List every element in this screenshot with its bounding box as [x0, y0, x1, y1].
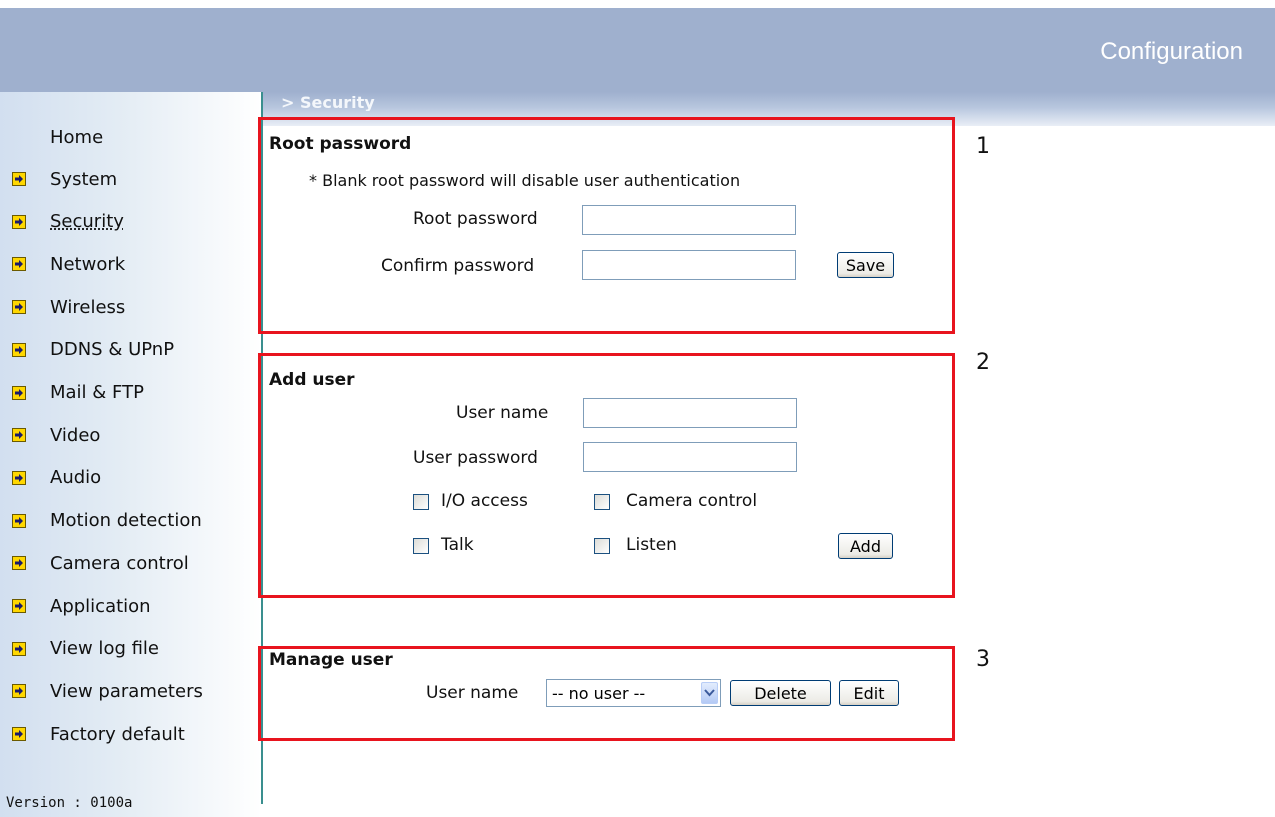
arrow-right-icon [12, 470, 26, 485]
root-password-title: Root password [269, 134, 412, 154]
edit-button[interactable]: Edit [839, 680, 899, 706]
root-password-note: * Blank root password will disable user … [309, 171, 741, 190]
talk-checkbox[interactable] [413, 538, 429, 554]
sidebar-item-factory-default[interactable]: Factory default [12, 722, 185, 746]
sidebar-item-security[interactable]: Security [12, 210, 124, 234]
annotation-marker-3: 3 [976, 647, 990, 672]
sidebar-item-audio[interactable]: Audio [12, 466, 101, 490]
sidebar-item-home[interactable]: Home [50, 127, 103, 148]
arrow-right-icon [12, 342, 26, 357]
chevron-down-icon[interactable] [701, 682, 718, 704]
sidebar-item-network[interactable]: Network [12, 252, 125, 276]
header-bar: Configuration [0, 8, 1275, 92]
sidebar-item-label: Security [50, 211, 124, 233]
arrow-right-icon [12, 385, 26, 400]
sidebar-item-label: View log file [50, 638, 160, 660]
root-password-field[interactable] [582, 205, 796, 235]
arrow-right-icon [12, 556, 26, 571]
sidebar-item-application[interactable]: Application [12, 594, 151, 618]
save-button[interactable]: Save [837, 252, 894, 278]
arrow-right-icon [12, 257, 26, 272]
confirm-password-label: Confirm password [381, 256, 535, 276]
arrow-right-icon [12, 641, 26, 656]
arrow-right-icon [12, 172, 26, 186]
user-select-value: -- no user -- [552, 683, 646, 703]
user-select[interactable]: -- no user -- [546, 679, 721, 707]
sidebar-item-label: Application [50, 595, 151, 617]
arrow-right-icon [12, 300, 26, 315]
annotation-marker-1: 1 [976, 134, 990, 159]
sidebar-item-camera-control[interactable]: Camera control [12, 551, 189, 575]
sidebar-item-view-log-file[interactable]: View log file [12, 637, 159, 661]
sidebar-item-label: Motion detection [50, 510, 202, 532]
sidebar-item-label: DDNS & UPnP [50, 339, 175, 361]
version-text: Version : 0100a [6, 795, 133, 811]
add-button[interactable]: Add [838, 533, 893, 559]
talk-label: Talk [441, 535, 474, 555]
sidebar-item-motion-detection[interactable]: Motion detection [12, 509, 202, 533]
io-access-label: I/O access [441, 491, 528, 511]
sidebar-item-label: Mail & FTP [50, 382, 144, 403]
sidebar-item-video[interactable]: Video [12, 423, 100, 447]
sidebar-item-label: Audio [50, 467, 102, 489]
sidebar-item-label: System [50, 168, 118, 190]
listen-checkbox[interactable] [594, 538, 610, 554]
sidebar-item-system[interactable]: System [12, 167, 117, 191]
user-name-label: User name [456, 403, 549, 423]
page-header-title: Configuration [1100, 38, 1243, 65]
manage-user-title: Manage user [269, 650, 393, 670]
breadcrumb: > Security [281, 93, 375, 111]
add-user-title: Add user [269, 370, 355, 390]
arrow-right-icon [12, 684, 26, 699]
sidebar-item-ddns-upnp[interactable]: DDNS & UPnP [12, 338, 174, 362]
sidebar-item-label: Network [50, 253, 126, 275]
sidebar-item-label: Factory default [50, 723, 185, 745]
sidebar [0, 92, 262, 817]
user-password-label: User password [413, 448, 538, 468]
sidebar-item-label: Video [50, 424, 101, 446]
camera-control-label: Camera control [626, 491, 758, 511]
root-password-label: Root password [413, 209, 538, 229]
user-name-field[interactable] [583, 398, 797, 428]
sidebar-item-view-parameters[interactable]: View parameters [12, 679, 203, 703]
delete-button[interactable]: Delete [730, 680, 831, 706]
arrow-right-icon [12, 599, 26, 613]
io-access-checkbox[interactable] [413, 494, 429, 510]
camera-control-checkbox[interactable] [594, 494, 610, 510]
arrow-right-icon [12, 428, 26, 443]
arrow-right-icon [12, 727, 26, 742]
arrow-right-icon [12, 214, 26, 229]
sidebar-item-mail-ftp[interactable]: Mail & FTP [12, 381, 144, 405]
sidebar-item-label: Camera control [50, 552, 189, 574]
arrow-right-icon [12, 513, 26, 528]
confirm-password-field[interactable] [582, 250, 796, 280]
user-password-field[interactable] [583, 442, 797, 472]
annotation-marker-2: 2 [976, 350, 990, 375]
manage-user-name-label: User name [426, 683, 519, 703]
sidebar-item-wireless[interactable]: Wireless [12, 295, 125, 319]
sidebar-item-label: View parameters [50, 680, 203, 702]
add-user-section [258, 353, 955, 598]
sidebar-item-label: Wireless [50, 296, 126, 318]
listen-label: Listen [626, 535, 677, 555]
